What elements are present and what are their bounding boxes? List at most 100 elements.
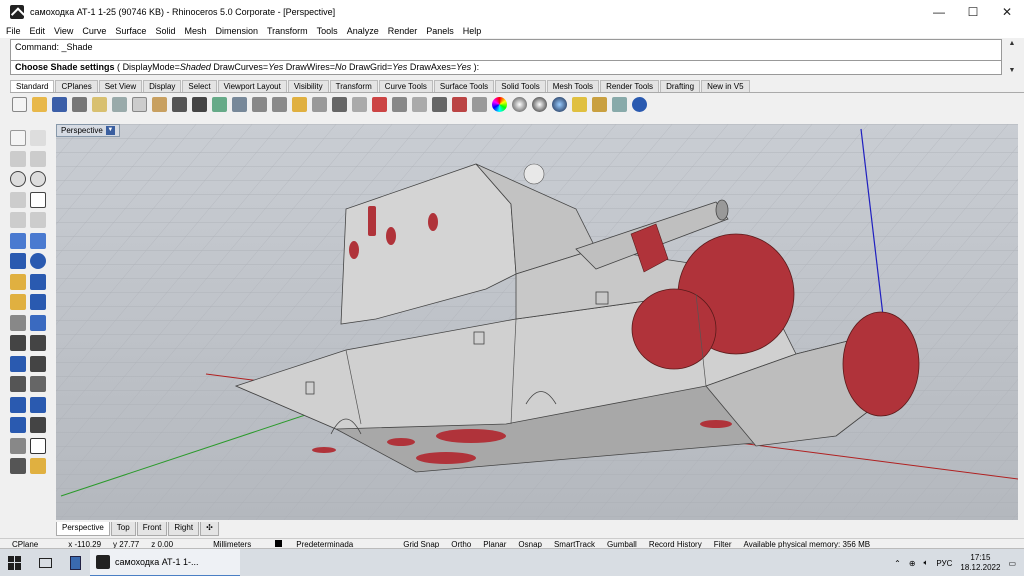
dimension-icon[interactable] [10,417,26,433]
minimize-button[interactable]: — [922,0,956,24]
four-view-icon[interactable] [332,96,347,112]
close-button[interactable]: ✕ [990,0,1024,24]
boolean-icon[interactable] [10,294,26,310]
volume-icon[interactable]: 🔈︎ [924,558,929,568]
annotation-icon[interactable] [30,417,46,433]
menu-mesh[interactable]: Mesh [184,26,206,36]
extrude-icon[interactable] [10,232,26,249]
option-drawgrid[interactable]: DrawGrid=Yes [349,62,407,72]
menu-file[interactable]: File [6,26,21,36]
menu-render[interactable]: Render [388,26,418,36]
rotate-view-icon[interactable] [212,96,227,112]
align-icon[interactable] [30,396,46,413]
solid-tool-icon[interactable] [30,273,46,290]
array-icon[interactable] [10,396,26,413]
grid-array-icon[interactable] [10,437,26,454]
properties-icon[interactable] [472,96,487,112]
menu-analyze[interactable]: Analyze [347,26,379,36]
viewport-scene[interactable] [56,124,1018,520]
save-icon[interactable] [52,96,67,112]
option-drawwires[interactable]: DrawWires=No [286,62,347,72]
maximize-button[interactable]: ☐ [956,0,990,24]
split-icon[interactable] [30,314,46,331]
taskbar-rhino-task[interactable]: самоходка АТ-1 1-... [90,548,240,576]
layer-icon[interactable] [452,96,467,112]
vp-tab-front[interactable]: Front [136,522,168,536]
render-sphere-icon[interactable] [532,96,547,112]
calculator-icon[interactable] [60,549,90,576]
tab-solid-tools[interactable]: Solid Tools [495,80,546,92]
rotate-icon[interactable] [30,355,46,372]
tray-chevron-up-icon[interactable]: ⌃ [894,559,901,568]
color-wheel-icon[interactable] [492,96,507,112]
new-file-icon[interactable] [12,96,27,112]
start-button[interactable] [0,549,30,576]
options-gear-icon[interactable] [592,96,607,112]
light-icon[interactable] [572,96,587,112]
lock-icon[interactable] [432,96,447,112]
tab-drafting[interactable]: Drafting [660,80,701,92]
scroll-up-icon[interactable]: ▲ [1009,40,1016,47]
scale-icon[interactable] [10,376,26,392]
command-prompt[interactable]: Choose Shade settings ( DisplayMode=Shad… [10,61,1002,75]
curve-edit-icon[interactable] [30,212,46,228]
ellipse-icon[interactable] [30,171,46,187]
tab-cplanes[interactable]: CPlanes [55,80,98,92]
undo-icon[interactable] [172,96,187,112]
tab-curve-tools[interactable]: Curve Tools [378,80,433,92]
circle-icon[interactable] [10,171,26,187]
mesh-icon[interactable] [10,273,26,290]
viewport-title-tab[interactable]: Perspective ▼ [56,124,120,137]
shaded-sphere-icon[interactable] [512,96,527,112]
menu-dimension[interactable]: Dimension [215,26,258,36]
tab-display[interactable]: Display [143,80,182,92]
point-icon[interactable] [30,130,46,146]
scroll-down-icon[interactable]: ▼ [1009,67,1016,74]
tab-surface-tools[interactable]: Surface Tools [433,80,495,92]
fillet-icon[interactable] [30,294,46,310]
tab-new-in-v5[interactable]: New in V5 [701,80,750,92]
zoom-extents-icon[interactable] [272,96,287,112]
menu-view[interactable]: View [54,26,73,36]
print-icon[interactable] [72,96,87,112]
tab-render-tools[interactable]: Render Tools [600,80,660,92]
menu-surface[interactable]: Surface [115,26,146,36]
car-perspective-icon[interactable] [372,96,387,112]
cplane-icon[interactable] [392,96,407,112]
polygon-icon[interactable] [10,212,26,228]
paste-icon[interactable] [152,96,167,112]
tab-visibility[interactable]: Visibility [287,80,329,92]
help-icon[interactable] [632,96,647,112]
analyze-icon[interactable] [612,96,627,112]
clock[interactable]: 17:15 18.12.2022 [960,553,1000,573]
curve-icon[interactable] [30,150,46,167]
open-folder-icon[interactable] [32,96,47,112]
option-displaymode[interactable]: DisplayMode=Shaded [123,62,211,72]
task-view-icon[interactable] [30,549,60,576]
menu-tools[interactable]: Tools [317,26,338,36]
copy-icon[interactable] [132,96,147,112]
command-scroll[interactable]: ▲ ▼ [1006,40,1018,74]
surface-icon[interactable] [30,232,46,249]
join-icon[interactable] [10,335,26,351]
rectangle-icon[interactable] [30,191,46,208]
explode-icon[interactable] [30,335,46,351]
sphere-icon[interactable] [30,253,46,269]
pan-icon[interactable] [192,96,207,112]
tab-select[interactable]: Select [182,80,217,92]
polyline-icon[interactable] [10,150,26,167]
tab-viewport-layout[interactable]: Viewport Layout [217,80,287,92]
tab-transform[interactable]: Transform [329,80,378,92]
zoom-dynamic-icon[interactable] [232,96,247,112]
misc-tool-icon[interactable] [30,458,46,474]
menu-help[interactable]: Help [463,26,482,36]
network-globe-icon[interactable]: ⊕ [909,559,916,568]
menu-panels[interactable]: Panels [426,26,454,36]
select-arrow-icon[interactable] [10,130,26,146]
vp-tab-right[interactable]: Right [168,522,200,536]
menu-transform[interactable]: Transform [267,26,308,36]
blue-sphere-icon[interactable] [552,96,567,112]
language-indicator[interactable]: РУС [936,559,952,568]
mirror-icon[interactable] [30,376,46,392]
tab-mesh-tools[interactable]: Mesh Tools [546,80,600,92]
